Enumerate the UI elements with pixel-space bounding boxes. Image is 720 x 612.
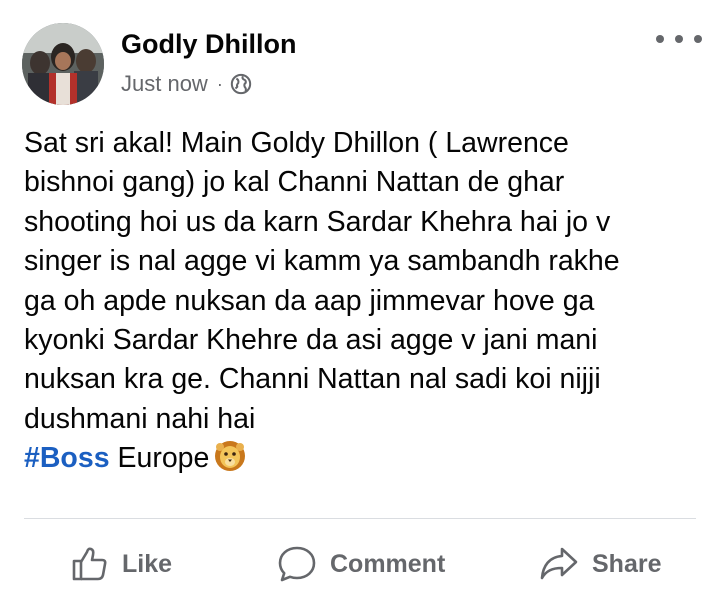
divider: [24, 518, 696, 519]
globe-icon[interactable]: [230, 73, 252, 95]
share-arrow-icon: [540, 547, 578, 580]
post-line: shooting hoi us da karn Sardar Khehra ha…: [24, 205, 611, 238]
post-timestamp[interactable]: Just now: [121, 70, 208, 98]
like-button[interactable]: Like: [70, 538, 172, 590]
post-hashtag-line: #Boss Europe: [24, 439, 704, 478]
post-line: dushmani nahi hai: [24, 402, 256, 435]
author-name[interactable]: Godly Dhillon: [121, 27, 297, 61]
more-dot: [675, 35, 683, 43]
comment-bubble-icon: [278, 546, 316, 582]
more-horizontal-icon: [656, 35, 664, 43]
post-body: Sat sri akal! Main Goldy Dhillon ( Lawre…: [24, 124, 704, 479]
post-line: bishnoi gang) jo kal Channi Nattan de gh…: [24, 166, 565, 199]
share-button[interactable]: Share: [538, 538, 661, 590]
post-tail-text: Europe: [117, 442, 210, 475]
post-line: singer is nal agge vi kamm ya sambandh r…: [24, 245, 620, 278]
lion-face-icon: [215, 441, 246, 472]
comment-label: Comment: [330, 549, 446, 578]
meta-separator: ·: [216, 74, 223, 94]
thumbs-up-icon: [72, 547, 107, 581]
avatar[interactable]: [22, 23, 104, 105]
post-actions: Like Comment Share: [0, 538, 720, 590]
hashtag-link[interactable]: #Boss: [24, 442, 110, 474]
like-label: Like: [122, 549, 173, 578]
more-dot: [694, 35, 702, 43]
share-label: Share: [592, 549, 662, 578]
post-line: nuksan kra ge. Channi Nattan nal sadi ko…: [24, 363, 601, 396]
more-options-button[interactable]: [656, 24, 702, 54]
comment-button[interactable]: Comment: [276, 538, 445, 590]
avatar-photo: [22, 23, 104, 105]
post-line: Sat sri akal! Main Goldy Dhillon ( Lawre…: [24, 127, 569, 159]
post-meta: Just now ·: [121, 70, 252, 98]
post-line: kyonki Sardar Khehre da asi agge v jani …: [24, 324, 598, 357]
post-line: ga oh apde nuksan da aap jimmevar hove g…: [24, 284, 595, 317]
